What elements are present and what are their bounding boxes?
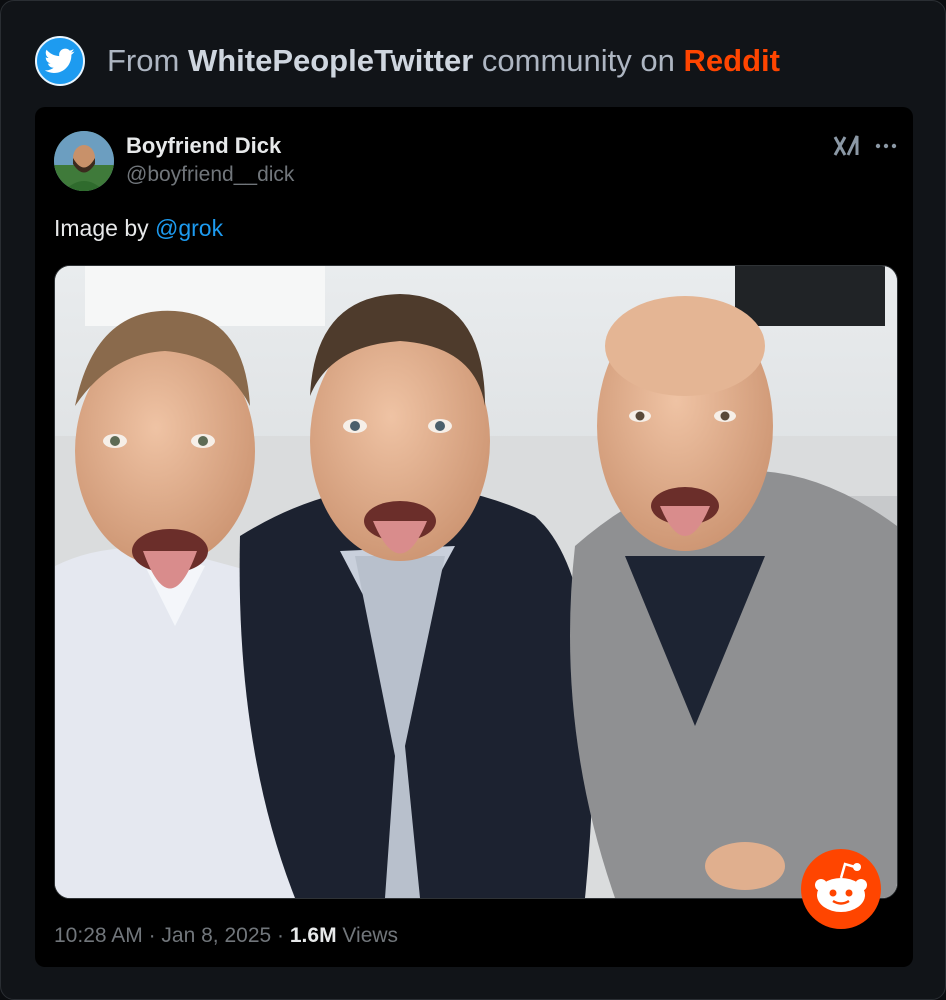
tweet-card: Boyfriend Dick @boyfriend__dick Image by… <box>35 107 913 967</box>
mention-link[interactable]: @grok <box>155 215 223 241</box>
source-prefix: From <box>107 43 180 78</box>
source-middle: community on <box>481 43 675 78</box>
author-avatar[interactable] <box>54 131 114 191</box>
views-label: Views <box>342 924 399 947</box>
meta-separator: · <box>148 924 156 947</box>
tweet-meta: 10:28 AM · Jan 8, 2025 · 1.6M Views <box>54 924 398 948</box>
grok-icon[interactable] <box>831 133 861 159</box>
tweet-text: Image by @grok <box>54 215 223 242</box>
source-caption: From WhitePeopleTwitter community on Red… <box>107 43 780 79</box>
community-link[interactable]: WhitePeopleTwitter <box>188 43 473 78</box>
author-name[interactable]: Boyfriend Dick <box>126 133 281 159</box>
more-options-icon[interactable] <box>871 133 901 159</box>
platform-link[interactable]: Reddit <box>684 43 780 78</box>
tweet-date[interactable]: Jan 8, 2025 <box>161 924 271 947</box>
tweet-media-image[interactable] <box>54 265 898 899</box>
tweet-text-prefix: Image by <box>54 215 155 241</box>
tweet-time[interactable]: 10:28 AM <box>54 924 143 947</box>
twitter-bird-icon <box>35 36 85 86</box>
reddit-embed-frame: From WhitePeopleTwitter community on Red… <box>0 0 946 1000</box>
reddit-snoo-icon <box>799 847 883 931</box>
author-handle[interactable]: @boyfriend__dick <box>126 163 294 187</box>
views-count: 1.6M <box>289 924 337 947</box>
source-header: From WhitePeopleTwitter community on Red… <box>35 35 780 87</box>
meta-separator: · <box>277 924 285 947</box>
